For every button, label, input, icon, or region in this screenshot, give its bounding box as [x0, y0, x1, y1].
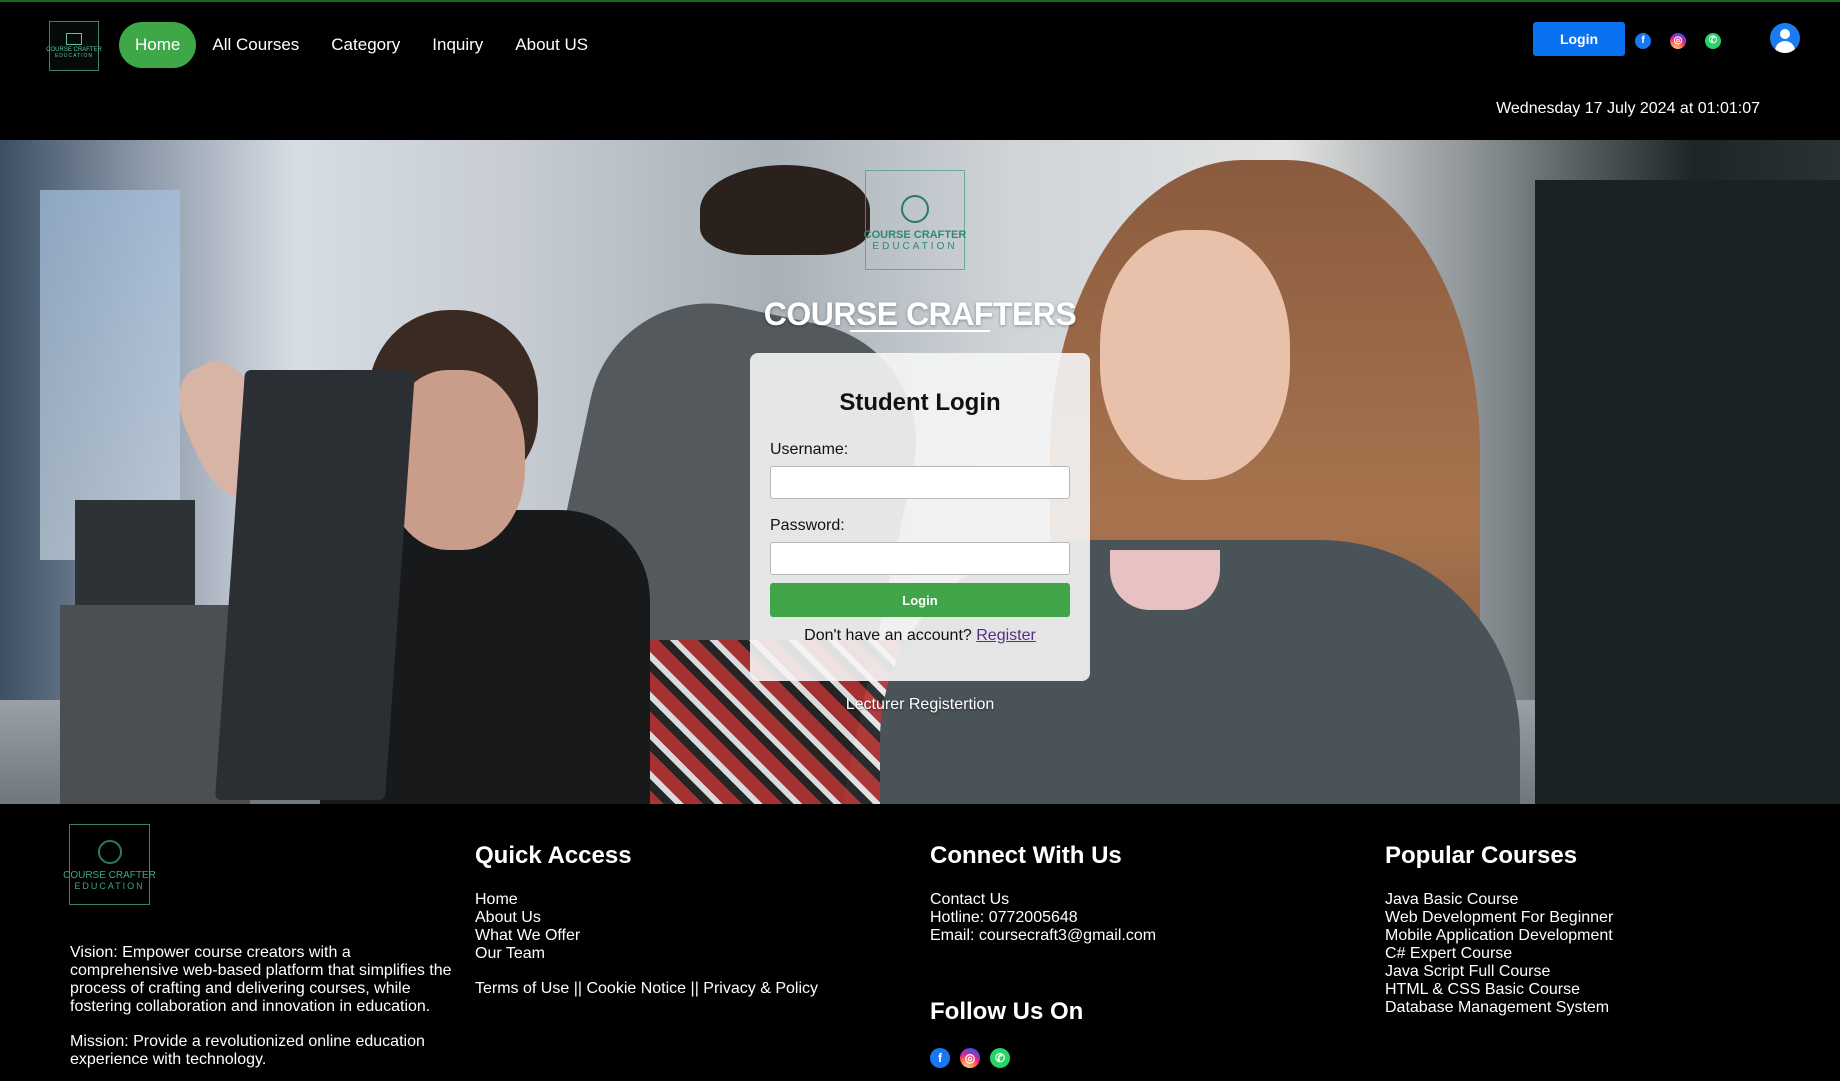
footer-logo-line1: COURSE CRAFTER: [63, 870, 156, 882]
quick-access-heading: Quick Access: [475, 842, 632, 869]
hotline-text: Hotline: 0772005648: [930, 909, 1078, 926]
follow-heading: Follow Us On: [930, 998, 1084, 1025]
course-link[interactable]: Java Basic Course: [1385, 891, 1613, 909]
student-login-card: Student Login Username: Password: Login …: [750, 353, 1090, 681]
username-input[interactable]: [770, 466, 1070, 499]
main-menu: Home All Courses Category Inquiry About …: [119, 22, 604, 68]
course-link[interactable]: Java Script Full Course: [1385, 963, 1613, 981]
footer-link-our-team[interactable]: Our Team: [475, 945, 580, 963]
background-person-head: [700, 165, 870, 255]
header-login-button[interactable]: Login: [1533, 22, 1625, 56]
nav-inquiry[interactable]: Inquiry: [416, 22, 499, 68]
cookie-link[interactable]: Cookie Notice: [586, 980, 686, 997]
facebook-icon[interactable]: f: [1635, 33, 1651, 49]
vision-text: Vision: Empower course creators with a c…: [70, 944, 452, 1015]
background-student-collar: [1110, 550, 1220, 610]
brand-underline: [850, 330, 990, 332]
footer-link-home[interactable]: Home: [475, 891, 580, 909]
hero-logo-line2: EDUCATION: [872, 241, 958, 252]
course-link[interactable]: HTML & CSS Basic Course: [1385, 981, 1613, 999]
legal-links: Terms of Use || Cookie Notice || Privacy…: [475, 980, 818, 998]
popular-courses-list: Java Basic Course Web Development For Be…: [1385, 891, 1613, 1017]
username-label: Username:: [770, 441, 849, 458]
course-link[interactable]: Database Management System: [1385, 999, 1613, 1017]
connect-list: Contact Us Hotline: 0772005648 Email: co…: [930, 891, 1156, 945]
footer-logo: COURSE CRAFTER EDUCATION: [63, 824, 156, 905]
password-input[interactable]: [770, 542, 1070, 575]
background-student-face: [1100, 230, 1290, 480]
nav-about-us[interactable]: About US: [499, 22, 604, 68]
contact-us-link[interactable]: Contact Us: [930, 891, 1156, 909]
password-label: Password:: [770, 517, 845, 534]
nav-all-courses[interactable]: All Courses: [196, 22, 315, 68]
logo-text-line2: EDUCATION: [54, 52, 94, 59]
nav-category[interactable]: Category: [315, 22, 416, 68]
globe-icon: [901, 194, 929, 223]
privacy-link[interactable]: Privacy & Policy: [703, 980, 818, 997]
connect-heading: Connect With Us: [930, 842, 1122, 869]
lecturer-registration-link[interactable]: Lecturer Registertion: [0, 696, 1840, 714]
legal-separator: ||: [573, 980, 583, 997]
current-datetime: Wednesday 17 July 2024 at 01:01:07: [1496, 100, 1760, 117]
course-link[interactable]: Web Development For Beginner: [1385, 909, 1613, 927]
site-footer: COURSE CRAFTER EDUCATION Vision: Empower…: [0, 804, 1840, 1081]
email-text[interactable]: Email: coursecraft3@gmail.com: [930, 927, 1156, 945]
facebook-icon[interactable]: f: [930, 1048, 950, 1068]
hero-banner: COURSE CRAFTER EDUCATION COURSE CRAFTERS…: [0, 140, 1840, 804]
globe-icon: [97, 840, 122, 865]
footer-logo-line2: EDUCATION: [74, 881, 145, 892]
instagram-icon[interactable]: ◎: [960, 1048, 980, 1068]
site-logo[interactable]: COURSE CRAFTER EDUCATION: [46, 21, 102, 71]
brand-title: COURSE CRAFTERS: [763, 296, 1077, 332]
login-card-title: Student Login: [839, 389, 1001, 416]
course-link[interactable]: C# Expert Course: [1385, 945, 1613, 963]
terms-link[interactable]: Terms of Use: [475, 980, 569, 997]
mission-text: Mission: Provide a revolutionized online…: [70, 1033, 425, 1068]
hero-logo: COURSE CRAFTER EDUCATION: [863, 170, 967, 270]
login-submit-button[interactable]: Login: [770, 583, 1070, 617]
course-link[interactable]: Mobile Application Development: [1385, 927, 1613, 945]
popular-courses-heading: Popular Courses: [1385, 842, 1578, 869]
register-link[interactable]: Register: [976, 627, 1036, 644]
quick-access-list: Home About Us What We Offer Our Team: [475, 891, 580, 963]
background-monitor-front: [214, 370, 416, 800]
hero-logo-line1: COURSE CRAFTER: [863, 228, 967, 241]
user-account-icon[interactable]: [1770, 23, 1800, 53]
no-account-text: Don't have an account?: [804, 627, 972, 644]
footer-link-about-us[interactable]: About Us: [475, 909, 580, 927]
top-navbar: COURSE CRAFTER EDUCATION Home All Course…: [0, 2, 1840, 88]
legal-separator: ||: [690, 980, 699, 997]
instagram-icon[interactable]: ◎: [1670, 33, 1686, 49]
logo-book-icon: [66, 32, 82, 45]
background-monitor: [75, 500, 195, 610]
whatsapp-icon[interactable]: ✆: [1705, 33, 1721, 49]
whatsapp-icon[interactable]: ✆: [990, 1048, 1010, 1068]
nav-home[interactable]: Home: [119, 22, 197, 68]
footer-link-what-we-offer[interactable]: What We Offer: [475, 927, 580, 945]
register-prompt: Don't have an account? Register: [750, 627, 1090, 645]
